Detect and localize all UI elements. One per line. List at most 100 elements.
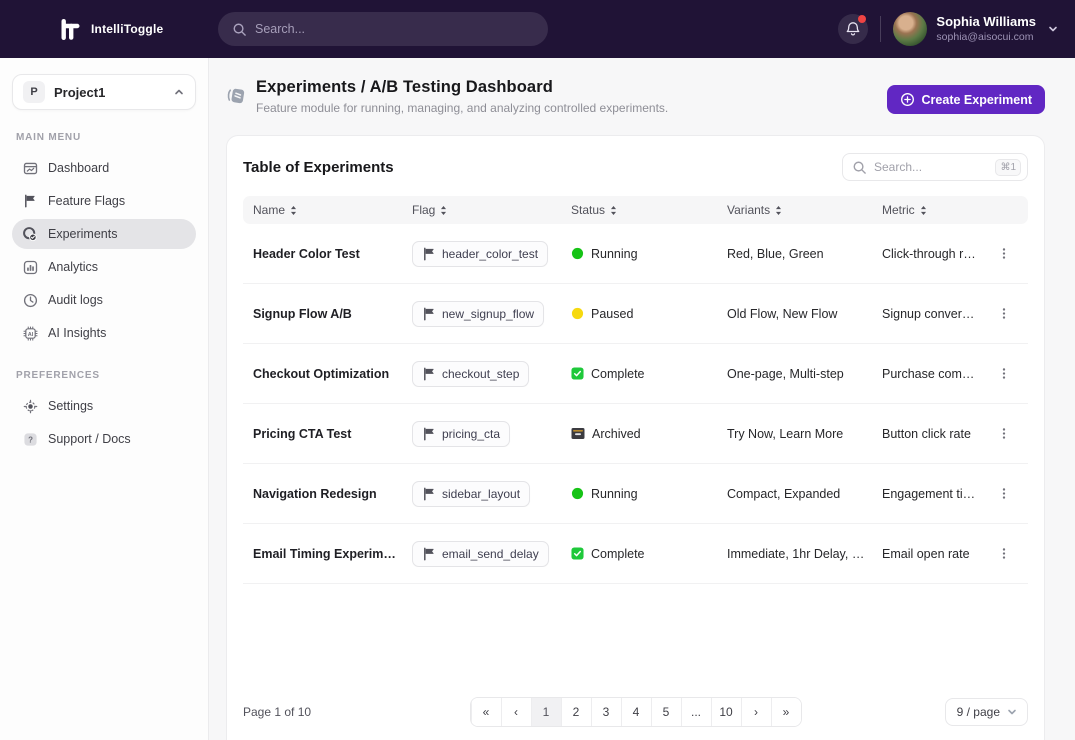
main-content: Experiments / A/B Testing Dashboard Feat… xyxy=(209,58,1075,740)
table-search-input[interactable]: Search... ⌘1 xyxy=(842,153,1028,181)
cell-metric: Button click rate xyxy=(882,427,990,441)
sidebar-item[interactable]: Experiments xyxy=(12,219,196,249)
sidebar-item[interactable]: Audit logs xyxy=(12,285,196,315)
flag-icon xyxy=(422,367,436,381)
status-label: Complete xyxy=(591,547,645,561)
page-button[interactable]: 2 xyxy=(561,698,591,726)
column-header[interactable]: Name xyxy=(253,203,412,217)
flag-chip[interactable]: sidebar_layout xyxy=(412,481,530,507)
cell-status: Archived xyxy=(571,427,727,441)
page-button[interactable]: ... xyxy=(681,698,711,726)
sidebar-item-label: AI Insights xyxy=(48,326,106,340)
cell-experiment-name: Email Timing Experiment xyxy=(253,547,412,561)
cell-flag: pricing_cta xyxy=(412,421,571,447)
cell-status: Paused xyxy=(571,307,727,321)
row-actions-button[interactable] xyxy=(990,542,1018,565)
status-label: Archived xyxy=(592,427,641,441)
sidebar-item[interactable]: Feature Flags xyxy=(12,186,196,216)
page-button[interactable]: 10 xyxy=(711,698,741,726)
flag-chip[interactable]: email_send_delay xyxy=(412,541,549,567)
search-icon xyxy=(232,22,247,37)
table-footer: Page 1 of 10 « ‹ 1 2 3 4 xyxy=(243,697,1028,740)
sort-icon xyxy=(440,205,447,216)
column-header-label: Variants xyxy=(727,203,770,217)
page-button[interactable]: › xyxy=(741,698,771,726)
pagination: « ‹ 1 2 3 4 5 ... xyxy=(470,697,802,727)
status-label: Paused xyxy=(591,307,633,321)
flag-key-label: pricing_cta xyxy=(442,427,500,441)
flag-chip[interactable]: new_signup_flow xyxy=(412,301,544,327)
page-button[interactable]: ‹ xyxy=(501,698,531,726)
preferences-menu: Settings ? Support / Docs xyxy=(12,391,196,454)
cell-experiment-name: Header Color Test xyxy=(253,247,412,261)
search-icon xyxy=(852,160,867,175)
cell-variants: Compact, Expanded xyxy=(727,487,882,501)
page-button[interactable]: » xyxy=(771,698,801,726)
page-button[interactable]: 4 xyxy=(621,698,651,726)
flag-icon xyxy=(22,194,38,208)
project-selector[interactable]: P Project1 xyxy=(12,74,196,110)
user-menu[interactable]: Sophia Williams sophia@aisocui.com xyxy=(893,12,1059,46)
cell-metric: Engagement time xyxy=(882,487,990,501)
row-actions-button[interactable] xyxy=(990,302,1018,325)
page-subtitle: Feature module for running, managing, an… xyxy=(256,101,668,115)
column-header[interactable]: Metric xyxy=(882,203,990,217)
page-header: Experiments / A/B Testing Dashboard Feat… xyxy=(209,58,1075,135)
row-actions-button[interactable] xyxy=(990,242,1018,265)
complete-icon xyxy=(571,547,584,560)
create-experiment-button[interactable]: Create Experiment xyxy=(887,85,1045,114)
flag-chip[interactable]: checkout_step xyxy=(412,361,529,387)
flag-key-label: header_color_test xyxy=(442,247,538,261)
cell-experiment-name: Pricing CTA Test xyxy=(253,427,412,441)
flag-key-label: email_send_delay xyxy=(442,547,539,561)
table-row: Email Timing Experiment email_send_delay… xyxy=(243,524,1028,584)
sort-icon xyxy=(920,205,927,216)
sidebar-item[interactable]: Analytics xyxy=(12,252,196,282)
sidebar-item-label: Feature Flags xyxy=(48,194,125,208)
project-name: Project1 xyxy=(54,85,164,100)
cell-flag: email_send_delay xyxy=(412,541,571,567)
row-actions-button[interactable] xyxy=(990,482,1018,505)
sidebar-item-label: Audit logs xyxy=(48,293,103,307)
cell-status: Complete xyxy=(571,547,727,561)
main-menu: Dashboard Feature Flags Experiments Anal… xyxy=(12,153,196,348)
sidebar-item[interactable]: Dashboard xyxy=(12,153,196,183)
create-experiment-label: Create Experiment xyxy=(922,93,1032,107)
page-size-select[interactable]: 9 / page xyxy=(945,698,1028,726)
sidebar-item[interactable]: AI AI Insights xyxy=(12,318,196,348)
page-button[interactable]: 3 xyxy=(591,698,621,726)
row-actions-button[interactable] xyxy=(990,422,1018,445)
row-actions-button[interactable] xyxy=(990,362,1018,385)
sidebar: P Project1 MAIN MENU Dashboard Feature F… xyxy=(0,58,209,740)
svg-text:AI: AI xyxy=(27,331,33,337)
page-button[interactable]: 1 xyxy=(531,698,561,726)
column-header[interactable]: Status xyxy=(571,203,727,217)
flag-icon xyxy=(422,427,436,441)
user-text: Sophia Williams sophia@aisocui.com xyxy=(936,14,1036,43)
page-button[interactable]: « xyxy=(471,698,501,726)
table-body: Header Color Test header_color_test Runn… xyxy=(243,224,1028,584)
cell-variants: Old Flow, New Flow xyxy=(727,307,882,321)
table-row: Pricing CTA Test pricing_cta Archived Tr… xyxy=(243,404,1028,464)
user-email: sophia@aisocui.com xyxy=(936,31,1036,44)
global-search-input[interactable]: Search... xyxy=(218,12,548,46)
flag-chip[interactable]: header_color_test xyxy=(412,241,548,267)
page-button[interactable]: 5 xyxy=(651,698,681,726)
cell-flag: new_signup_flow xyxy=(412,301,571,327)
cell-flag: checkout_step xyxy=(412,361,571,387)
column-header[interactable]: Variants xyxy=(727,203,882,217)
flag-key-label: sidebar_layout xyxy=(442,487,520,501)
flag-icon xyxy=(422,547,436,561)
paused-icon xyxy=(571,307,584,320)
chevron-up-icon xyxy=(173,86,185,98)
sidebar-item[interactable]: ? Support / Docs xyxy=(12,424,196,454)
experiments-page-icon xyxy=(226,79,248,115)
sidebar-item[interactable]: Settings xyxy=(12,391,196,421)
flag-chip[interactable]: pricing_cta xyxy=(412,421,510,447)
notifications-button[interactable] xyxy=(838,14,868,44)
topbar-divider xyxy=(880,16,881,42)
cell-experiment-name: Navigation Redesign xyxy=(253,487,412,501)
analytics-icon xyxy=(22,260,38,275)
column-header[interactable]: Flag xyxy=(412,203,571,217)
search-shortcut-badge: ⌘1 xyxy=(995,159,1021,176)
